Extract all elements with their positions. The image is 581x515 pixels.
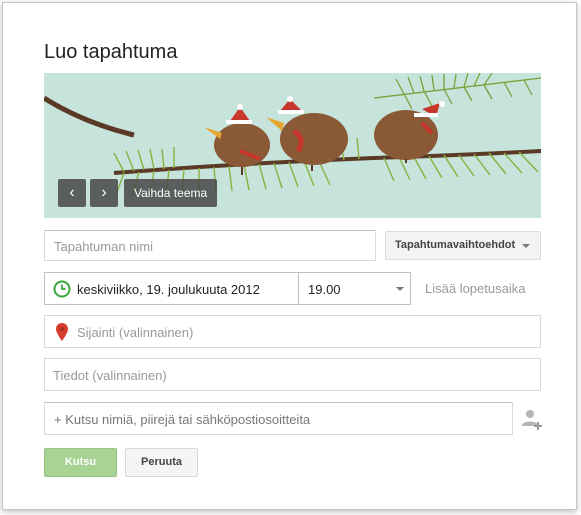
invite-button[interactable]: Kutsu [44,448,117,477]
chevron-left-icon: ‹ [69,184,75,201]
next-theme-button[interactable]: › [90,179,118,207]
location-input[interactable]: Sijainti (valinnainen) [44,315,541,348]
details-input[interactable]: Tiedot (valinnainen) [44,358,541,391]
location-placeholder: Sijainti (valinnainen) [77,325,194,340]
event-options-label: Tapahtumavaihtoehdot [395,239,516,251]
cancel-button[interactable]: Peruuta [125,448,198,477]
theme-banner: ‹ › Vaihda teema [44,73,541,218]
start-date-field[interactable]: keskiviikko, 19. joulukuuta 2012 [44,272,299,305]
start-time-select[interactable]: 19.00 [299,272,411,305]
start-date-value: keskiviikko, 19. joulukuuta 2012 [77,282,260,297]
add-person-icon[interactable] [521,408,543,430]
change-theme-button[interactable]: Vaihda teema [124,179,218,207]
dialog-title: Luo tapahtuma [44,41,178,63]
invite-input[interactable]: + Kutsu nimiä, piirejä tai sähköpostioso… [44,402,513,435]
create-event-dialog: Luo tapahtuma ‹ › Vaihda teema Tapahtuma… [2,2,577,510]
birds-illustration [44,73,541,218]
caret-down-icon [522,244,530,248]
event-name-input[interactable]: Tapahtuman nimi [44,230,376,261]
prev-theme-button[interactable]: ‹ [58,179,86,207]
map-pin-icon [56,323,68,341]
add-end-time-link[interactable]: Lisää lopetusaika [425,281,525,296]
caret-down-icon [396,287,404,291]
clock-icon [53,280,71,298]
start-time-value: 19.00 [308,282,341,297]
chevron-right-icon: › [101,184,107,201]
event-options-button[interactable]: Tapahtumavaihtoehdot [385,231,541,260]
